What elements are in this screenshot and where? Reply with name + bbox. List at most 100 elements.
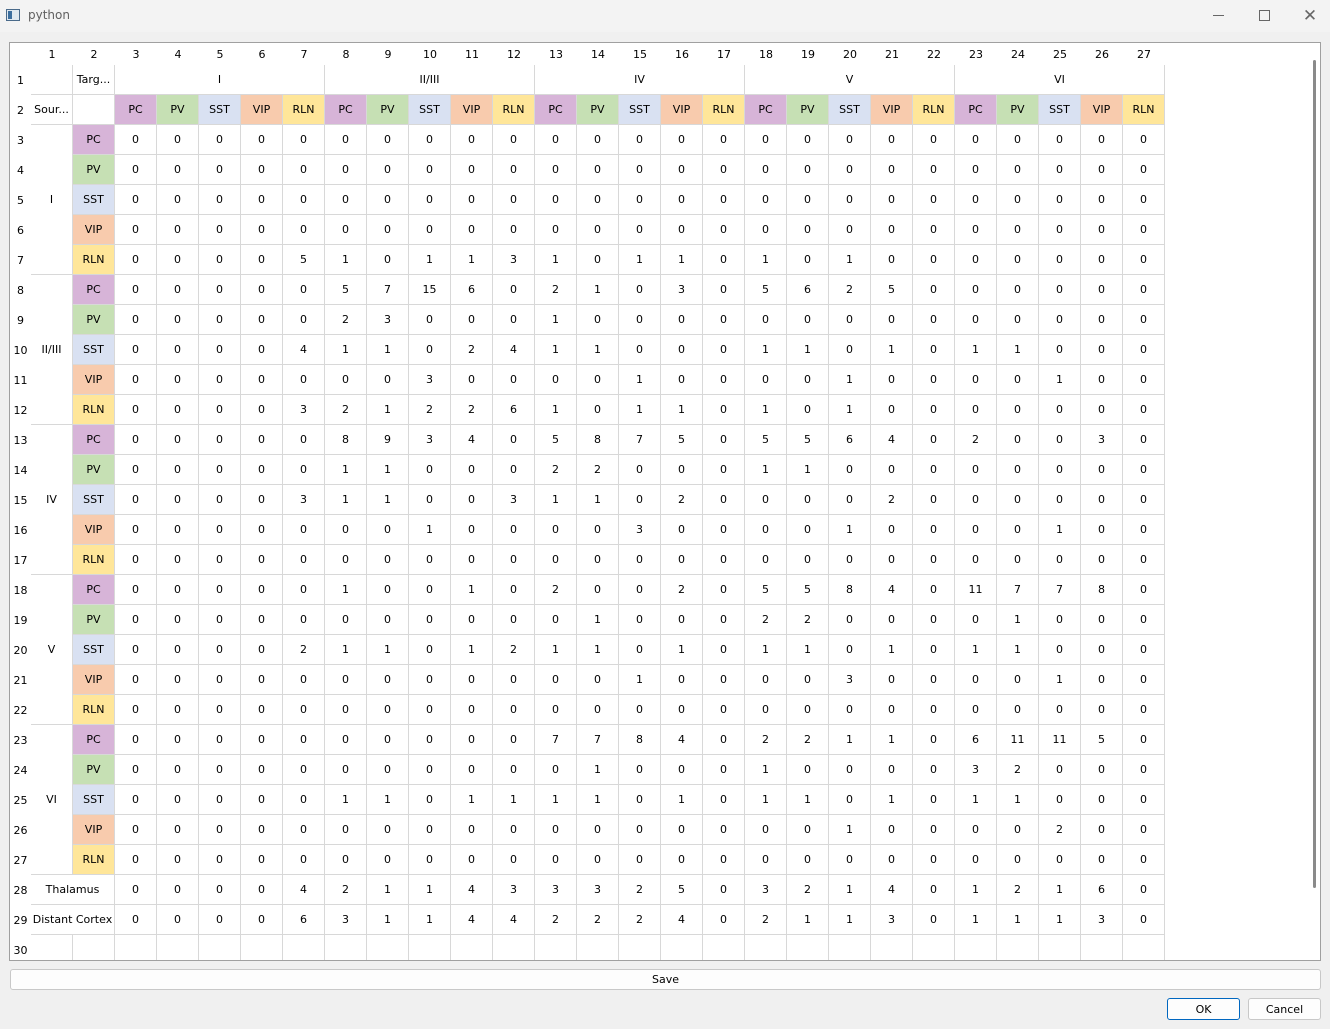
table-cell[interactable]: 0 — [913, 245, 955, 275]
table-cell[interactable]: 0 — [913, 545, 955, 575]
table-cell[interactable]: 0 — [451, 695, 493, 725]
table-cell[interactable]: 0 — [619, 695, 661, 725]
table-cell[interactable]: 1 — [955, 335, 997, 365]
table-cell[interactable]: 0 — [703, 575, 745, 605]
table-cell[interactable]: 0 — [1123, 845, 1165, 875]
ok-button[interactable]: OK — [1167, 998, 1240, 1020]
target-type-header[interactable]: SST — [409, 95, 451, 125]
column-header[interactable]: 2 — [73, 43, 115, 65]
source-type-header[interactable]: PV — [73, 605, 115, 635]
table-cell[interactable]: 0 — [913, 665, 955, 695]
table-cell[interactable]: 0 — [241, 245, 283, 275]
table-cell[interactable]: 0 — [493, 545, 535, 575]
table-cell[interactable]: 1 — [997, 335, 1039, 365]
table-cell[interactable]: 0 — [115, 695, 157, 725]
table-cell[interactable]: 6 — [451, 275, 493, 305]
table-cell[interactable]: 0 — [871, 755, 913, 785]
table-cell[interactable]: 0 — [367, 695, 409, 725]
table-cell[interactable]: 0 — [1039, 395, 1081, 425]
table-cell[interactable]: 0 — [115, 395, 157, 425]
table-cell[interactable]: 0 — [1123, 395, 1165, 425]
table-cell[interactable]: 0 — [619, 485, 661, 515]
table-cell[interactable]: 0 — [325, 545, 367, 575]
table-cell[interactable]: 0 — [955, 395, 997, 425]
table-cell[interactable]: 0 — [745, 185, 787, 215]
table-cell[interactable]: 0 — [787, 215, 829, 245]
table-cell[interactable]: 0 — [157, 485, 199, 515]
table-cell[interactable]: 0 — [241, 575, 283, 605]
table-cell[interactable] — [997, 935, 1039, 960]
column-header[interactable]: 6 — [241, 43, 283, 65]
target-type-header[interactable]: RLN — [913, 95, 955, 125]
table-cell[interactable]: 0 — [1039, 785, 1081, 815]
table-cell[interactable]: 0 — [241, 215, 283, 245]
table-cell[interactable]: 0 — [661, 455, 703, 485]
table-cell[interactable]: 0 — [283, 815, 325, 845]
table-cell[interactable]: 0 — [955, 275, 997, 305]
table-cell[interactable]: 0 — [1039, 605, 1081, 635]
table-cell[interactable] — [829, 935, 871, 960]
table-cell[interactable]: 5 — [325, 275, 367, 305]
row-header[interactable]: 30 — [10, 935, 31, 960]
table-cell[interactable]: 0 — [157, 275, 199, 305]
table-cell[interactable]: 0 — [409, 575, 451, 605]
table-cell[interactable]: 0 — [367, 365, 409, 395]
table-cell[interactable]: 0 — [409, 485, 451, 515]
table-cell[interactable]: 0 — [577, 665, 619, 695]
row-header[interactable]: 1 — [10, 65, 31, 95]
table-cell[interactable] — [31, 65, 73, 95]
source-type-header[interactable]: SST — [73, 785, 115, 815]
target-type-header[interactable]: PV — [997, 95, 1039, 125]
table-cell[interactable]: 0 — [619, 605, 661, 635]
table-cell[interactable] — [1081, 935, 1123, 960]
source-type-header[interactable]: RLN — [73, 845, 115, 875]
table-cell[interactable]: 0 — [493, 515, 535, 545]
table-cell[interactable]: 1 — [787, 785, 829, 815]
source-type-header[interactable]: RLN — [73, 245, 115, 275]
table-cell[interactable]: 0 — [157, 905, 199, 935]
table-cell[interactable]: 3 — [493, 245, 535, 275]
table-cell[interactable]: 3 — [661, 275, 703, 305]
table-cell[interactable] — [1039, 935, 1081, 960]
table-cell[interactable]: 0 — [787, 515, 829, 545]
table-cell[interactable]: 0 — [997, 125, 1039, 155]
table-cell[interactable]: 0 — [367, 545, 409, 575]
table-cell[interactable]: 0 — [199, 215, 241, 245]
table-cell[interactable]: 0 — [409, 125, 451, 155]
table-cell[interactable]: 4 — [451, 875, 493, 905]
table-cell[interactable]: 0 — [829, 695, 871, 725]
source-type-header[interactable]: PC — [73, 125, 115, 155]
table-cell[interactable]: 0 — [451, 725, 493, 755]
table-cell[interactable]: 0 — [241, 755, 283, 785]
column-header[interactable]: 22 — [913, 43, 955, 65]
table-cell[interactable]: 0 — [325, 125, 367, 155]
table-cell[interactable]: 0 — [199, 185, 241, 215]
table-cell[interactable]: 0 — [1123, 665, 1165, 695]
source-type-header[interactable]: VIP — [73, 365, 115, 395]
table-cell[interactable]: 0 — [829, 755, 871, 785]
table-cell[interactable]: 0 — [409, 635, 451, 665]
table-cell[interactable]: 0 — [115, 845, 157, 875]
column-header[interactable]: 10 — [409, 43, 451, 65]
table-cell[interactable]: 0 — [913, 575, 955, 605]
table-cell[interactable]: 0 — [1123, 785, 1165, 815]
table-cell[interactable]: 0 — [661, 365, 703, 395]
table-cell[interactable]: 0 — [1081, 845, 1123, 875]
table-widget[interactable]: 1 2 3 4 5 6 7 8 9 10 11 12 13 14 15 16 17 18 19 20 21 22 23 24 2… — [9, 42, 1321, 961]
column-header[interactable]: 3 — [115, 43, 157, 65]
table-cell[interactable]: 0 — [115, 215, 157, 245]
table-cell[interactable]: 0 — [115, 125, 157, 155]
table-cell[interactable]: 0 — [451, 845, 493, 875]
source-type-header[interactable]: PC — [73, 275, 115, 305]
table-cell[interactable]: 0 — [199, 155, 241, 185]
table-cell[interactable]: 0 — [1123, 695, 1165, 725]
table-cell[interactable]: 0 — [1123, 515, 1165, 545]
table-cell[interactable]: 1 — [619, 665, 661, 695]
table-cell[interactable]: 0 — [157, 635, 199, 665]
target-type-header[interactable]: VIP — [1081, 95, 1123, 125]
table-cell[interactable]: 0 — [409, 785, 451, 815]
table-cell[interactable]: 0 — [535, 545, 577, 575]
table-cell[interactable]: 1 — [787, 335, 829, 365]
table-cell[interactable]: 0 — [325, 845, 367, 875]
table-cell[interactable]: 11 — [955, 575, 997, 605]
